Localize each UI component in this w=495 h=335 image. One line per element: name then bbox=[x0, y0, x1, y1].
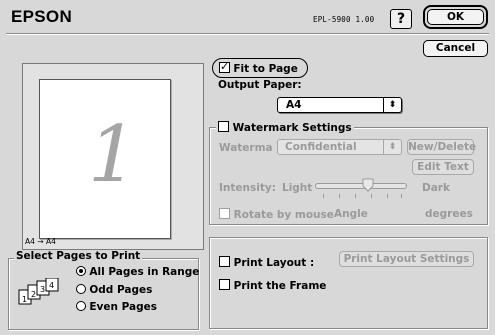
svg-text:1: 1 bbox=[22, 295, 27, 304]
degrees-label: degrees bbox=[425, 208, 473, 220]
angle-label: Angle bbox=[334, 208, 368, 220]
preview-page-number: 1 bbox=[88, 110, 138, 200]
slider-tick bbox=[371, 194, 372, 198]
svg-text:4: 4 bbox=[49, 281, 54, 290]
print-layout-settings-button[interactable]: Print Layout Settings bbox=[339, 251, 474, 267]
radio-all-pages[interactable]: All Pages in Range bbox=[76, 266, 199, 278]
svg-text:2: 2 bbox=[31, 290, 36, 299]
watermark-select[interactable]: Confidential ⬍ bbox=[277, 139, 402, 155]
watermark-label: Watermark Settings bbox=[232, 122, 352, 134]
radio-odd-pages-button[interactable] bbox=[76, 284, 86, 294]
cancel-button[interactable]: Cancel bbox=[423, 40, 488, 57]
print-frame-checkbox[interactable]: Print the Frame bbox=[219, 279, 326, 292]
intensity-slider[interactable] bbox=[315, 183, 407, 189]
print-frame-label: Print the Frame bbox=[233, 280, 327, 292]
print-layout-box[interactable] bbox=[219, 256, 230, 267]
slider-tick bbox=[339, 194, 340, 198]
watermark-value: Confidential bbox=[285, 141, 357, 153]
rotate-by-mouse-checkbox[interactable]: Rotate by mouse bbox=[219, 208, 334, 221]
popup-arrows-icon: ⬍ bbox=[383, 98, 401, 112]
slider-tick bbox=[387, 194, 388, 198]
rotate-by-mouse-label: Rotate by mouse bbox=[233, 209, 334, 221]
watermark-name-label: Waterma bbox=[219, 142, 273, 154]
slider-tick bbox=[355, 194, 356, 198]
output-paper-select[interactable]: A4 ⬍ bbox=[277, 97, 402, 113]
watermark-checkbox[interactable]: Watermark Settings bbox=[216, 121, 354, 134]
output-paper-value: A4 bbox=[286, 99, 302, 111]
radio-even-pages-label: Even Pages bbox=[89, 301, 157, 313]
radio-all-pages-label: All Pages in Range bbox=[89, 266, 200, 278]
new-delete-button[interactable]: New/Delete bbox=[407, 139, 476, 155]
radio-even-pages[interactable]: Even Pages bbox=[76, 301, 157, 313]
svg-text:3: 3 bbox=[40, 285, 45, 294]
help-icon: ? bbox=[396, 11, 406, 27]
intensity-slider-thumb[interactable] bbox=[362, 178, 374, 192]
printer-model-version: EPL-5900 1.00 bbox=[313, 15, 375, 24]
fit-to-page-label: Fit to Page bbox=[233, 63, 298, 75]
radio-all-pages-button[interactable] bbox=[76, 266, 86, 276]
edit-text-button[interactable]: Edit Text bbox=[412, 159, 474, 175]
intensity-dark-label: Dark bbox=[422, 182, 450, 194]
intensity-label: Intensity: bbox=[219, 182, 276, 194]
print-frame-box[interactable] bbox=[219, 279, 230, 290]
select-pages-title: Select Pages to Print bbox=[14, 250, 143, 262]
fit-to-page-checkbox[interactable]: Fit to Page bbox=[219, 60, 298, 75]
checkmark-icon[interactable] bbox=[219, 60, 230, 73]
watermark-checkbox-box[interactable] bbox=[218, 121, 229, 132]
stacked-pages-icon: 1 2 3 4 bbox=[18, 278, 59, 305]
header-divider bbox=[6, 33, 489, 35]
epson-logo: EPSON bbox=[11, 7, 73, 26]
slider-tick bbox=[323, 194, 324, 198]
help-button[interactable]: ? bbox=[390, 9, 412, 29]
ok-button[interactable]: OK bbox=[427, 9, 484, 25]
print-layout-checkbox[interactable]: Print Layout : bbox=[219, 256, 314, 269]
radio-odd-pages[interactable]: Odd Pages bbox=[76, 284, 152, 296]
slider-tick bbox=[401, 194, 402, 198]
intensity-light-label: Light bbox=[282, 182, 313, 194]
radio-odd-pages-label: Odd Pages bbox=[89, 284, 153, 296]
popup-arrows-icon: ⬍ bbox=[383, 140, 401, 154]
radio-even-pages-button[interactable] bbox=[76, 301, 86, 311]
rotate-by-mouse-box[interactable] bbox=[219, 208, 230, 219]
print-layout-label: Print Layout : bbox=[233, 257, 315, 269]
paper-size-mapping: A4 → A4 bbox=[25, 237, 56, 246]
output-paper-label: Output Paper: bbox=[218, 79, 302, 91]
